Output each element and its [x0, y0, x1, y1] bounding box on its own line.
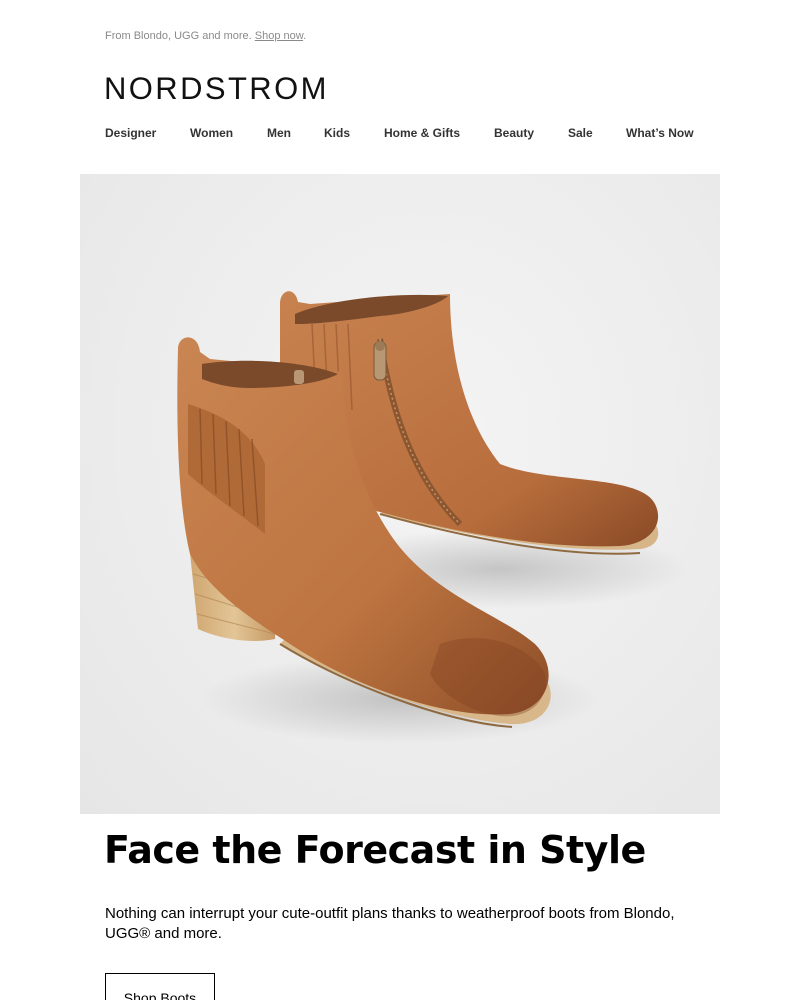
nav-item-beauty[interactable]: Beauty — [494, 126, 534, 140]
shop-boots-button[interactable]: Shop Boots — [105, 973, 215, 1000]
nav-item-designer[interactable]: Designer — [105, 126, 156, 140]
nav-item-whats-now[interactable]: What’s Now — [626, 126, 694, 140]
nav-item-home-gifts[interactable]: Home & Gifts — [384, 126, 460, 140]
nav-item-women[interactable]: Women — [190, 126, 233, 140]
hero-image[interactable] — [80, 174, 720, 814]
body-copy: Nothing can interrupt your cute-outfit p… — [105, 905, 675, 942]
preheader-text: From Blondo, UGG and more. — [105, 30, 255, 42]
nav-item-men[interactable]: Men — [267, 126, 291, 140]
nav-item-kids[interactable]: Kids — [324, 126, 350, 140]
shop-now-link[interactable]: Shop now — [255, 30, 303, 42]
ankle-boots-illustration — [177, 291, 690, 744]
nordstrom-logo[interactable]: NORDSTROM — [104, 70, 329, 109]
headline: Face the Forecast in Style — [104, 828, 646, 872]
preheader: From Blondo, UGG and more. Shop now. — [105, 30, 306, 42]
preheader-suffix: . — [303, 30, 307, 42]
nav-item-sale[interactable]: Sale — [568, 126, 593, 140]
